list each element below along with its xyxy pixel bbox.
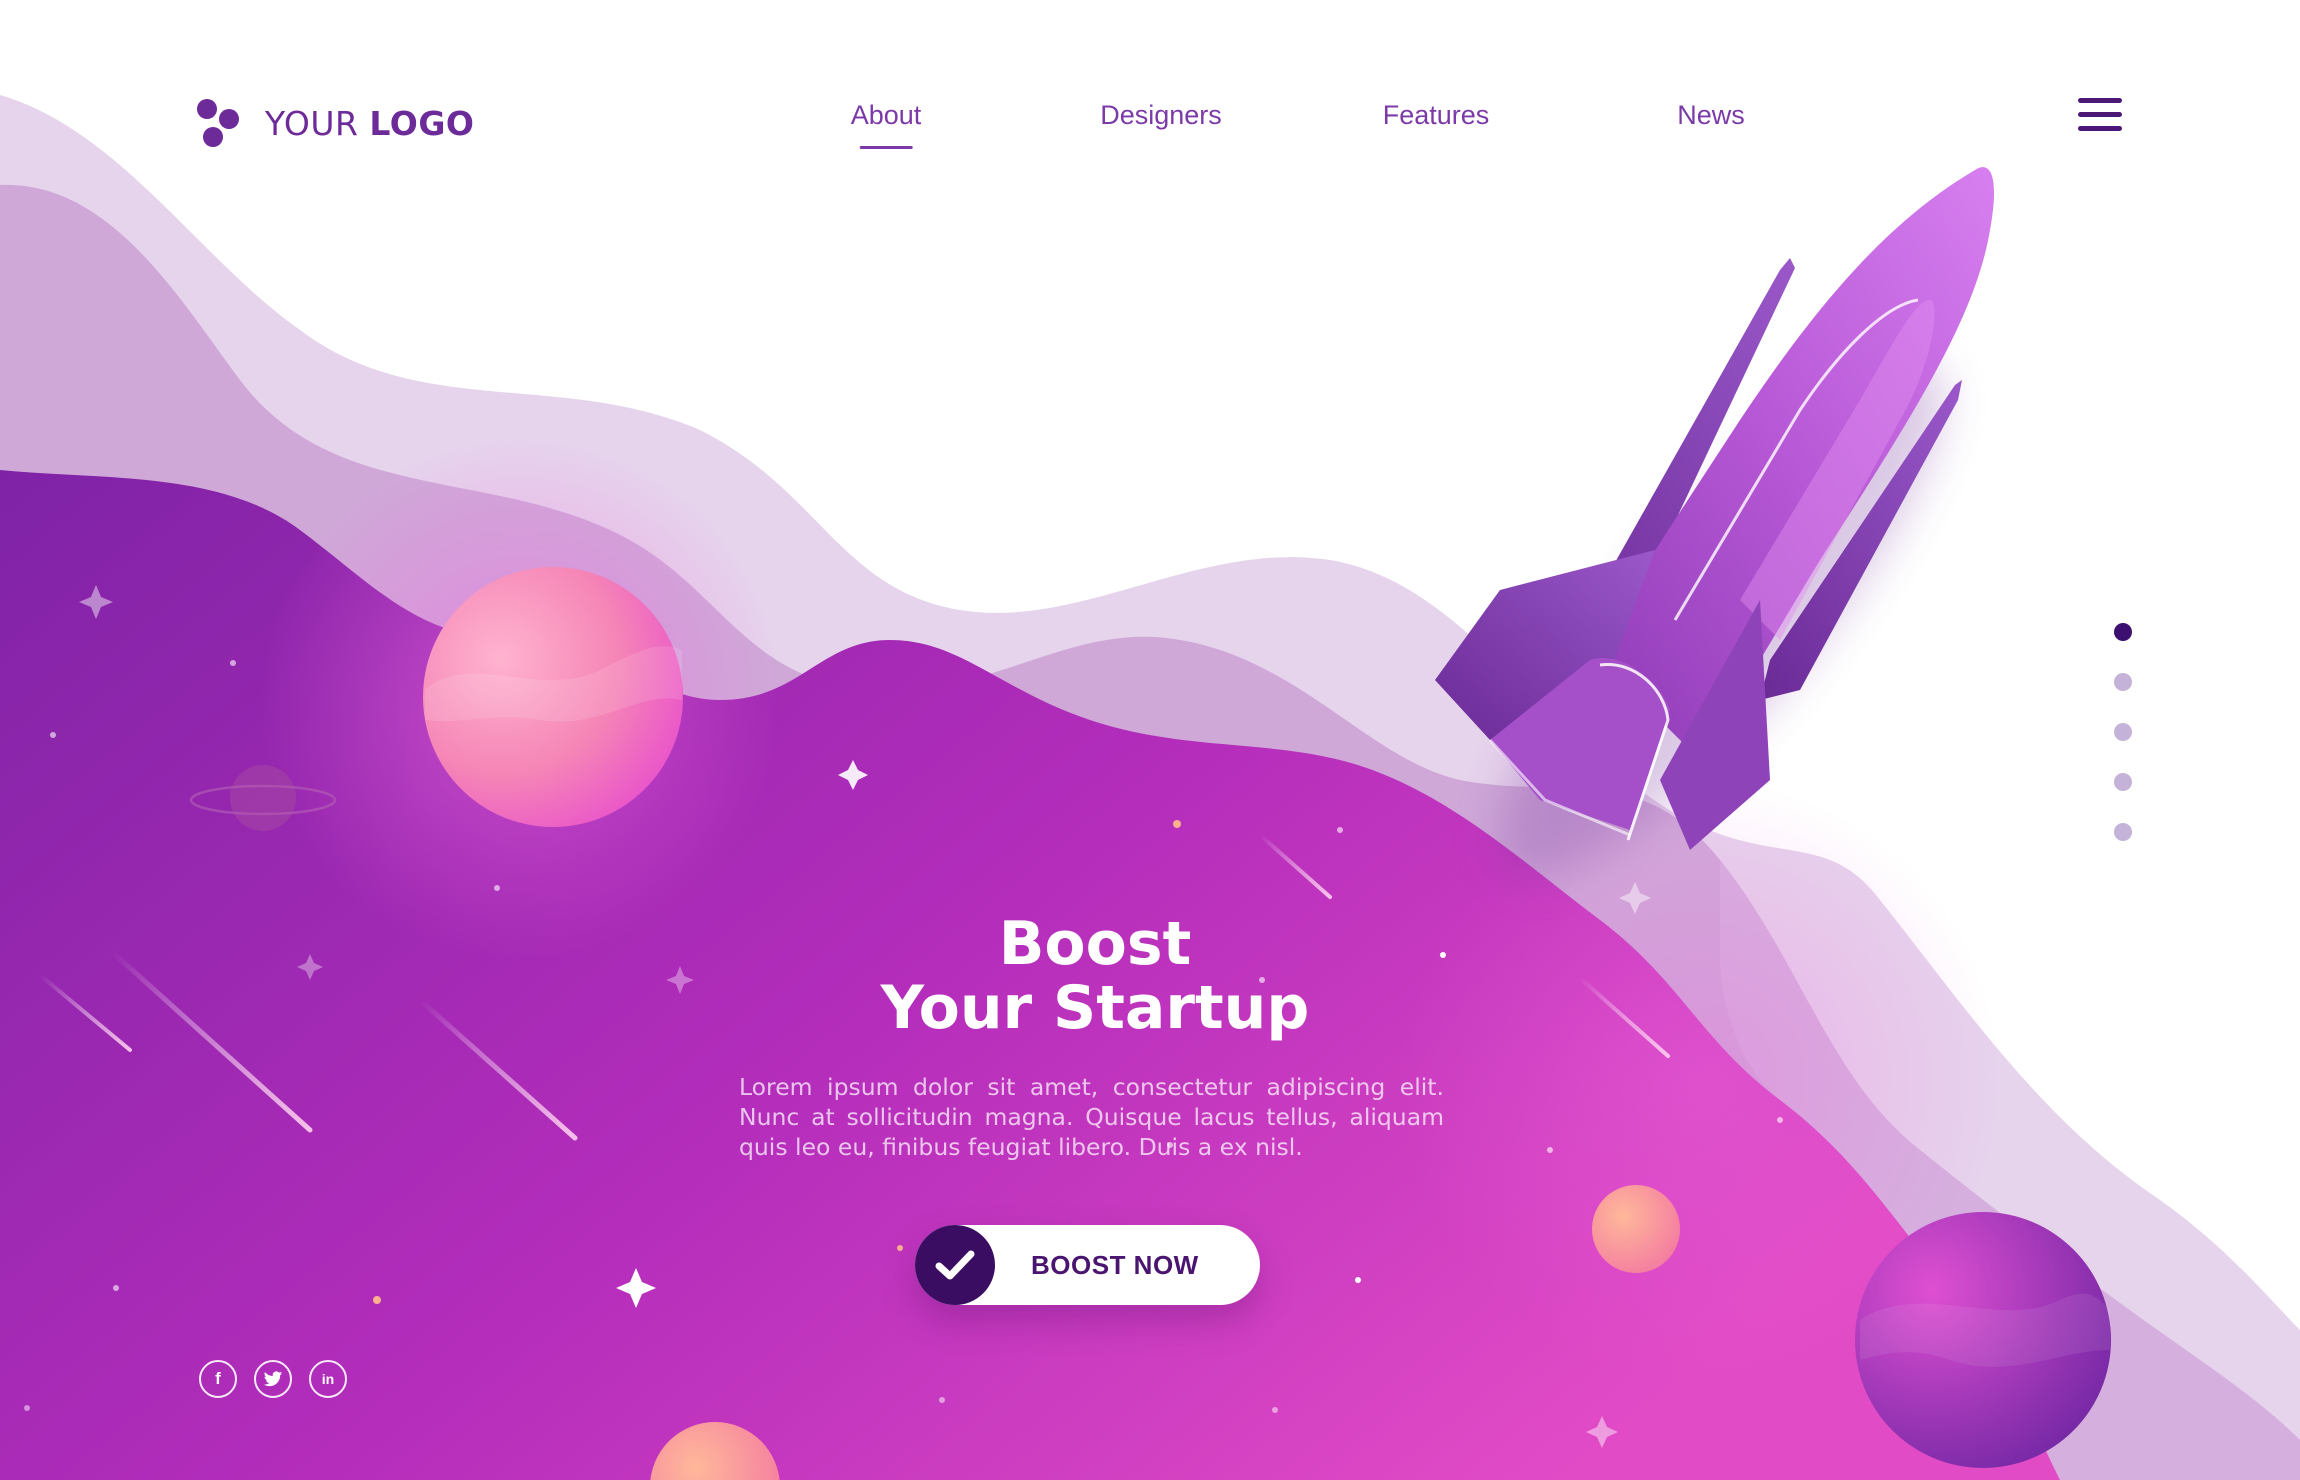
nav-link-about[interactable]: About (851, 100, 921, 149)
boost-now-button[interactable]: BOOST NOW (915, 1225, 1260, 1305)
logo-icon (195, 97, 245, 149)
nav-link-designers[interactable]: Designers (1100, 100, 1222, 131)
hero-title-line-2: Your Startup (880, 973, 1310, 1043)
logo-text-regular: YOUR (265, 103, 359, 143)
slider-dot-4[interactable] (2114, 773, 2132, 791)
logo-text-bold: LOGO (369, 103, 475, 143)
hero-title: Boost Your Startup (715, 912, 1475, 1040)
slider-dot-2[interactable] (2114, 673, 2132, 691)
logo[interactable]: YOUR LOGO (195, 95, 474, 151)
nav-link-features[interactable]: Features (1383, 100, 1490, 131)
nav-link-news[interactable]: News (1677, 100, 1745, 131)
facebook-icon[interactable]: f (199, 1360, 237, 1398)
boost-now-label: BOOST NOW (1031, 1250, 1199, 1280)
slider-dot-3[interactable] (2114, 723, 2132, 741)
linkedin-icon[interactable]: in (309, 1360, 347, 1398)
logo-text: YOUR LOGO (265, 104, 474, 143)
slider-dot-1[interactable] (2114, 623, 2132, 641)
hero-title-line-1: Boost (998, 909, 1192, 979)
hamburger-menu-icon[interactable] (2078, 98, 2122, 132)
checkmark-icon (915, 1225, 995, 1305)
slider-dot-5[interactable] (2114, 823, 2132, 841)
twitter-icon[interactable] (254, 1360, 292, 1398)
hero-description: Lorem ipsum dolor sit amet, consectetur … (739, 1073, 1444, 1161)
